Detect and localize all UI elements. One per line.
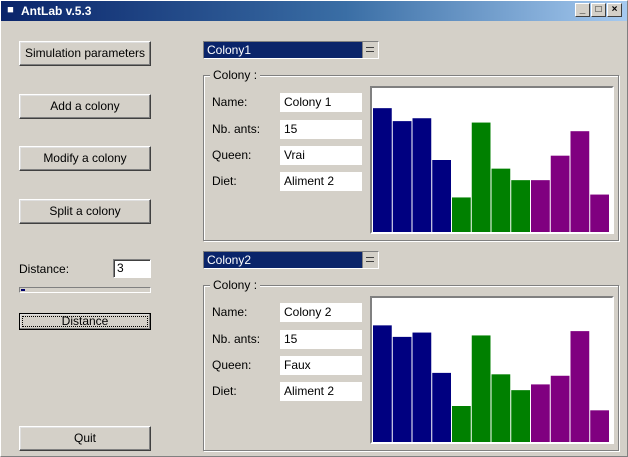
chart-bar <box>452 197 471 232</box>
colony1-queen-label: Queen: <box>212 148 252 162</box>
chart-bar <box>590 410 609 442</box>
colony1-groupbox: Colony : Name: Colony 1 Nb. ants: 15 Que… <box>203 68 619 241</box>
colony2-diet-label: Diet: <box>212 384 237 398</box>
colony1-chart <box>370 86 614 234</box>
colony2-groupbox: Colony : Name: Colony 2 Nb. ants: 15 Que… <box>203 278 619 451</box>
chart-bar <box>570 131 590 232</box>
chart-bar <box>471 122 491 232</box>
chart-bar <box>590 194 609 232</box>
colony1-diet-label: Diet: <box>212 174 237 188</box>
colony2-queen-field[interactable]: Faux <box>280 356 362 375</box>
colony1-name-label: Name: <box>212 95 248 109</box>
colony2-ants-label: Nb. ants: <box>212 332 261 346</box>
colony1-queen-field[interactable]: Vrai <box>280 146 362 165</box>
chart-bar <box>550 375 570 442</box>
title-bar[interactable]: ■ AntLab v.5.3 _ □ × <box>1 1 627 21</box>
chart-bar <box>392 121 412 232</box>
app-icon[interactable]: ■ <box>4 4 17 17</box>
distance-label: Distance: <box>19 262 70 276</box>
simulation-parameters-button[interactable]: Simulation parameters <box>19 41 151 66</box>
chart-bar <box>531 384 550 442</box>
colony2-selector-value: Colony2 <box>207 253 252 267</box>
colony2-queen-label: Queen: <box>212 358 252 372</box>
colony1-selector[interactable]: Colony1 <box>203 41 379 59</box>
chart-bar <box>511 180 530 232</box>
chart-bar <box>373 108 392 232</box>
window-title: AntLab v.5.3 <box>21 4 92 18</box>
chart-bar <box>392 336 412 442</box>
colony2-name-label: Name: <box>212 305 248 319</box>
minimize-button[interactable]: _ <box>575 3 590 17</box>
colony2-group-title: Colony : <box>210 278 261 292</box>
colony1-group-title: Colony : <box>210 68 261 82</box>
chart-bar <box>570 331 590 442</box>
chart-bar <box>491 374 511 442</box>
chart-bar <box>412 332 432 442</box>
colony2-selector[interactable]: Colony2 <box>203 251 379 269</box>
quit-button[interactable]: Quit <box>19 426 151 451</box>
maximize-button[interactable]: □ <box>591 3 606 17</box>
distance-button[interactable]: Distance <box>19 313 151 330</box>
add-colony-button[interactable]: Add a colony <box>19 94 151 119</box>
dropdown-arrow-icon[interactable] <box>362 252 378 268</box>
chart-bar <box>432 160 451 232</box>
chart-bar <box>550 155 570 232</box>
colony2-diet-field[interactable]: Aliment 2 <box>280 382 362 401</box>
distance-slider[interactable] <box>19 287 151 293</box>
chart-bar <box>452 406 471 442</box>
colony2-chart <box>370 296 614 444</box>
chart-bar <box>531 180 550 232</box>
distance-input[interactable]: 3 <box>113 259 151 278</box>
chart-bar <box>471 335 491 442</box>
chart-bar <box>432 372 451 442</box>
colony1-name-field[interactable]: Colony 1 <box>280 93 362 112</box>
chart-bar <box>491 168 511 232</box>
colony1-diet-field[interactable]: Aliment 2 <box>280 172 362 191</box>
app-window: ■ AntLab v.5.3 _ □ × Simulation paramete… <box>0 0 628 457</box>
colony2-ants-field[interactable]: 15 <box>280 330 362 349</box>
dropdown-arrow-icon[interactable] <box>362 42 378 58</box>
colony1-selector-value: Colony1 <box>207 43 252 57</box>
close-button[interactable]: × <box>607 3 622 17</box>
colony2-name-field[interactable]: Colony 2 <box>280 303 362 322</box>
colony2-chart-svg <box>373 325 609 442</box>
colony1-ants-label: Nb. ants: <box>212 122 261 136</box>
split-colony-button[interactable]: Split a colony <box>19 199 151 224</box>
slider-fill <box>21 289 25 291</box>
modify-colony-button[interactable]: Modify a colony <box>19 146 151 171</box>
chart-bar <box>511 390 530 442</box>
chart-bar <box>412 118 432 232</box>
colony1-ants-field[interactable]: 15 <box>280 120 362 139</box>
colony1-chart-svg <box>373 108 609 232</box>
chart-bar <box>373 325 392 442</box>
